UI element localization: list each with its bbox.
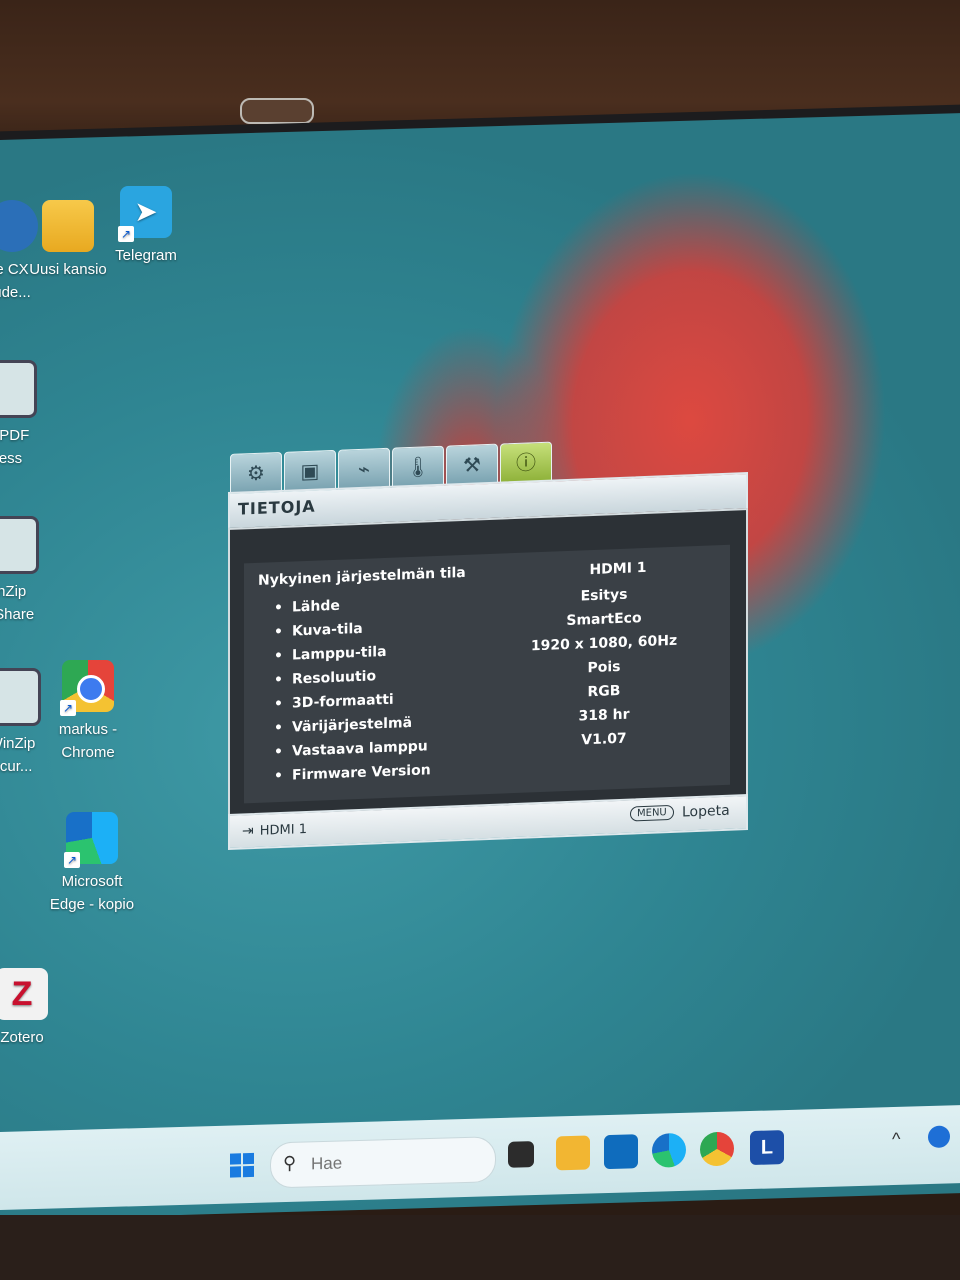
desktop-icon-winzip-share[interactable]: inZip eShare [0,516,58,626]
system-tab-icon[interactable]: 🌡 [392,445,444,488]
desktop-icon-edge[interactable]: ↗ Microsoft Edge - kopio [44,812,140,916]
picture-tab-icon[interactable]: ▣ [284,449,336,492]
edge-icon: ↗ [64,812,118,868]
osd-row-value: Esitys [580,586,628,605]
info-tab-icon[interactable]: ⓘ [500,441,552,484]
desktop-icon-telegram[interactable]: ➤ ↗ Telegram [98,186,194,267]
osd-current-value: HDMI 1 [589,559,647,579]
winzip-secure-icon [0,668,41,726]
osd-source-label: HDMI 1 [259,821,307,839]
task-view-icon[interactable] [508,1141,534,1168]
chrome-icon[interactable] [700,1131,734,1167]
projector-mount [240,98,314,124]
chrome-icon: ↗ [60,660,114,716]
desktop-icon-label: inZip eShare [0,583,35,623]
desktop-icon-label: Microsoft Edge - kopio [49,873,135,913]
desktop-icon-zotero[interactable]: Z Zotero [0,968,70,1049]
display-tab-icon[interactable]: ⚙ [230,451,282,494]
pdf-icon [0,360,37,418]
room-floor [0,1215,960,1280]
osd-row-label: Värijärjestelmä [292,714,413,736]
taskbar-search[interactable]: ⚲ [270,1136,496,1189]
windows-logo-icon [230,1153,241,1165]
bullet-icon: • [274,695,283,713]
shortcut-arrow-icon: ↗ [118,226,134,242]
file-explorer-icon[interactable] [556,1135,590,1171]
bullet-icon: • [274,599,283,617]
bullet-icon: • [274,671,283,689]
osd-row-label: Kuva-tila [292,620,363,640]
osd-row-label: 3D-formaatti [292,691,394,712]
desktop-icon-label: markus - Chrome [58,721,118,761]
osd-title: TIETOJA [238,496,316,519]
l-app-icon[interactable]: L [750,1130,784,1166]
desktop-icon-pdf[interactable]: o PDF ress [0,360,56,470]
bullet-icon: • [274,647,283,665]
input-source-icon: ⇥ [242,823,254,840]
osd-row-label: Lamppu-tila [292,643,387,664]
search-input[interactable] [309,1147,483,1177]
zotero-icon: Z [0,968,48,1020]
desktop-icon-chrome-markus[interactable]: ↗ markus - Chrome [40,660,136,764]
osd-heading: Nykyinen järjestelmän tila [258,564,466,589]
telegram-icon: ➤ ↗ [118,186,172,242]
folder-icon [42,200,94,252]
source-tab-icon[interactable]: ⌁ [338,447,390,490]
projector-osd-menu: ⚙ ▣ ⌁ 🌡 ⚒ ⓘ TIETOJA Nykyinen järjestelmä… [228,428,748,868]
search-icon: ⚲ [283,1152,297,1174]
osd-row-label: Lähde [292,597,340,616]
shortcut-arrow-icon: ↗ [60,700,76,716]
network-icon[interactable] [928,1125,950,1149]
osd-body: Nykyinen järjestelmän tila HDMI 1 • Lähd… [228,508,748,818]
osd-source-indicator: ⇥ HDMI 1 [242,821,307,839]
bullet-icon: • [274,623,283,641]
desktop-icon-label: o PDF ress [0,427,30,467]
edge-icon[interactable] [652,1132,686,1168]
shortcut-arrow-icon: ↗ [64,852,80,868]
osd-info-panel: Nykyinen järjestelmän tila HDMI 1 • Lähd… [244,544,730,804]
desktop-icon-label: Zotero [0,1029,44,1046]
winzip-share-icon [0,516,39,574]
bullet-icon: • [274,743,283,761]
exit-label[interactable]: Lopeta [682,803,730,821]
desktop-icon-label: Telegram [115,247,177,264]
menu-button[interactable]: MENU [630,804,674,822]
bullet-icon: • [274,767,283,785]
bullet-icon: • [274,719,283,737]
outlook-icon[interactable] [604,1134,638,1170]
chevron-up-icon[interactable]: ^ [892,1129,900,1150]
start-button[interactable] [230,1152,254,1178]
osd-row-label: Resoluutio [292,668,377,688]
advanced-tab-icon[interactable]: ⚒ [446,443,498,486]
